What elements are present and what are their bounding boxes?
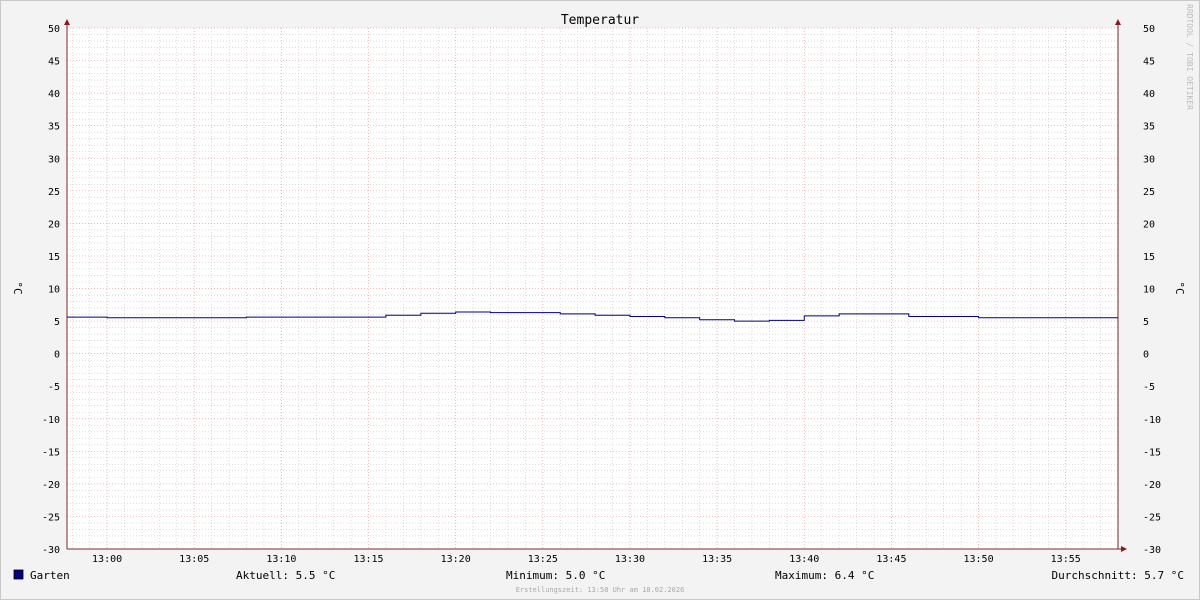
legend-minimum: Minimum: 5.0 °C [506,569,605,582]
y-tick-label-left: 35 [48,122,60,133]
x-tick-label: 13:25 [528,554,558,565]
x-tick-label: 13:20 [441,554,471,565]
y-tick-label-left: -15 [42,447,60,458]
x-tick-label: 13:00 [92,554,122,565]
x-tick-label: 13:50 [964,554,994,565]
temperature-chart: 50 50 45 45 40 40 35 35 30 30 25 25 20 20 15 15 10 10 5 5 0 0… [0,0,1200,600]
x-tick-label: 13:45 [876,554,906,565]
y-tick-label-left: -5 [48,382,60,393]
y-tick-label-left: 40 [48,89,60,100]
y-tick-label-right: 5 [1143,317,1149,328]
x-tick-label: 13:10 [266,554,296,565]
legend-swatch [13,569,24,580]
y-axis-right-arrow [1115,19,1121,25]
x-tick-label: 13:40 [789,554,819,565]
y-axis-left-arrow [64,19,70,25]
y-tick-label-right: 25 [1143,187,1155,198]
chart-title: Temperatur [561,13,639,28]
y-tick-label-left: 20 [48,219,60,230]
y-tick-label-right: -30 [1143,545,1161,556]
x-tick-label: 13:30 [615,554,645,565]
x-tick-label: 13:05 [179,554,209,565]
y-tick-label-left: 10 [48,285,60,296]
y-tick-label-right: 0 [1143,350,1149,361]
y-tick-label-left: -10 [42,415,60,426]
y-axis-label-right: °C [1173,281,1186,294]
y-tick-label-right: 20 [1143,219,1155,230]
legend-series-name: Garten [30,569,70,582]
y-tick-label-right: -15 [1143,447,1161,458]
chart-canvas: 50 5045 4540 4035 3530 3025 2520 2015 1510 105 50 0… [11,4,1194,594]
y-tick-label-right: 10 [1143,285,1155,296]
y-tick-label-right: 35 [1143,122,1155,133]
x-tick-label: 13:55 [1051,554,1081,565]
y-tick-label-right: -25 [1143,512,1161,523]
y-tick-label-right: -10 [1143,415,1161,426]
x-axis-arrow [1121,546,1127,552]
y-tick-label-left: 50 [48,24,60,35]
y-tick-label-left: 45 [48,57,60,68]
legend-maximum: Maximum: 6.4 °C [775,569,874,582]
y-tick-label-right: 45 [1143,57,1155,68]
y-tick-label-left: 30 [48,154,60,165]
y-axis-label-left: °C [11,281,24,294]
y-tick-label-right: 15 [1143,252,1155,263]
legend-aktuell: Aktuell: 5.5 °C [236,569,335,582]
legend-durchschnitt: Durchschnitt: 5.7 °C [1052,569,1184,582]
y-tick-label-right: -20 [1143,480,1161,491]
y-tick-label-right: -5 [1143,382,1155,393]
y-tick-label-right: 50 [1143,24,1155,35]
y-tick-label-left: 25 [48,187,60,198]
x-tick-label: 13:15 [353,554,383,565]
y-tick-label-left: 15 [48,252,60,263]
y-tick-label-right: 30 [1143,154,1155,165]
y-tick-label-left: 5 [54,317,60,328]
x-tick-label: 13:35 [702,554,732,565]
y-tick-label-left: 0 [54,350,60,361]
y-tick-label-left: -20 [42,480,60,491]
y-tick-label-left: -30 [42,545,60,556]
footer-timestamp: Erstellungszeit: 13:58 Uhr am 18.02.2026 [516,586,685,594]
y-tick-label-right: 40 [1143,89,1155,100]
y-tick-label-left: -25 [42,512,60,523]
watermark: RRDTOOL / TOBI OETIKER [1185,4,1194,110]
